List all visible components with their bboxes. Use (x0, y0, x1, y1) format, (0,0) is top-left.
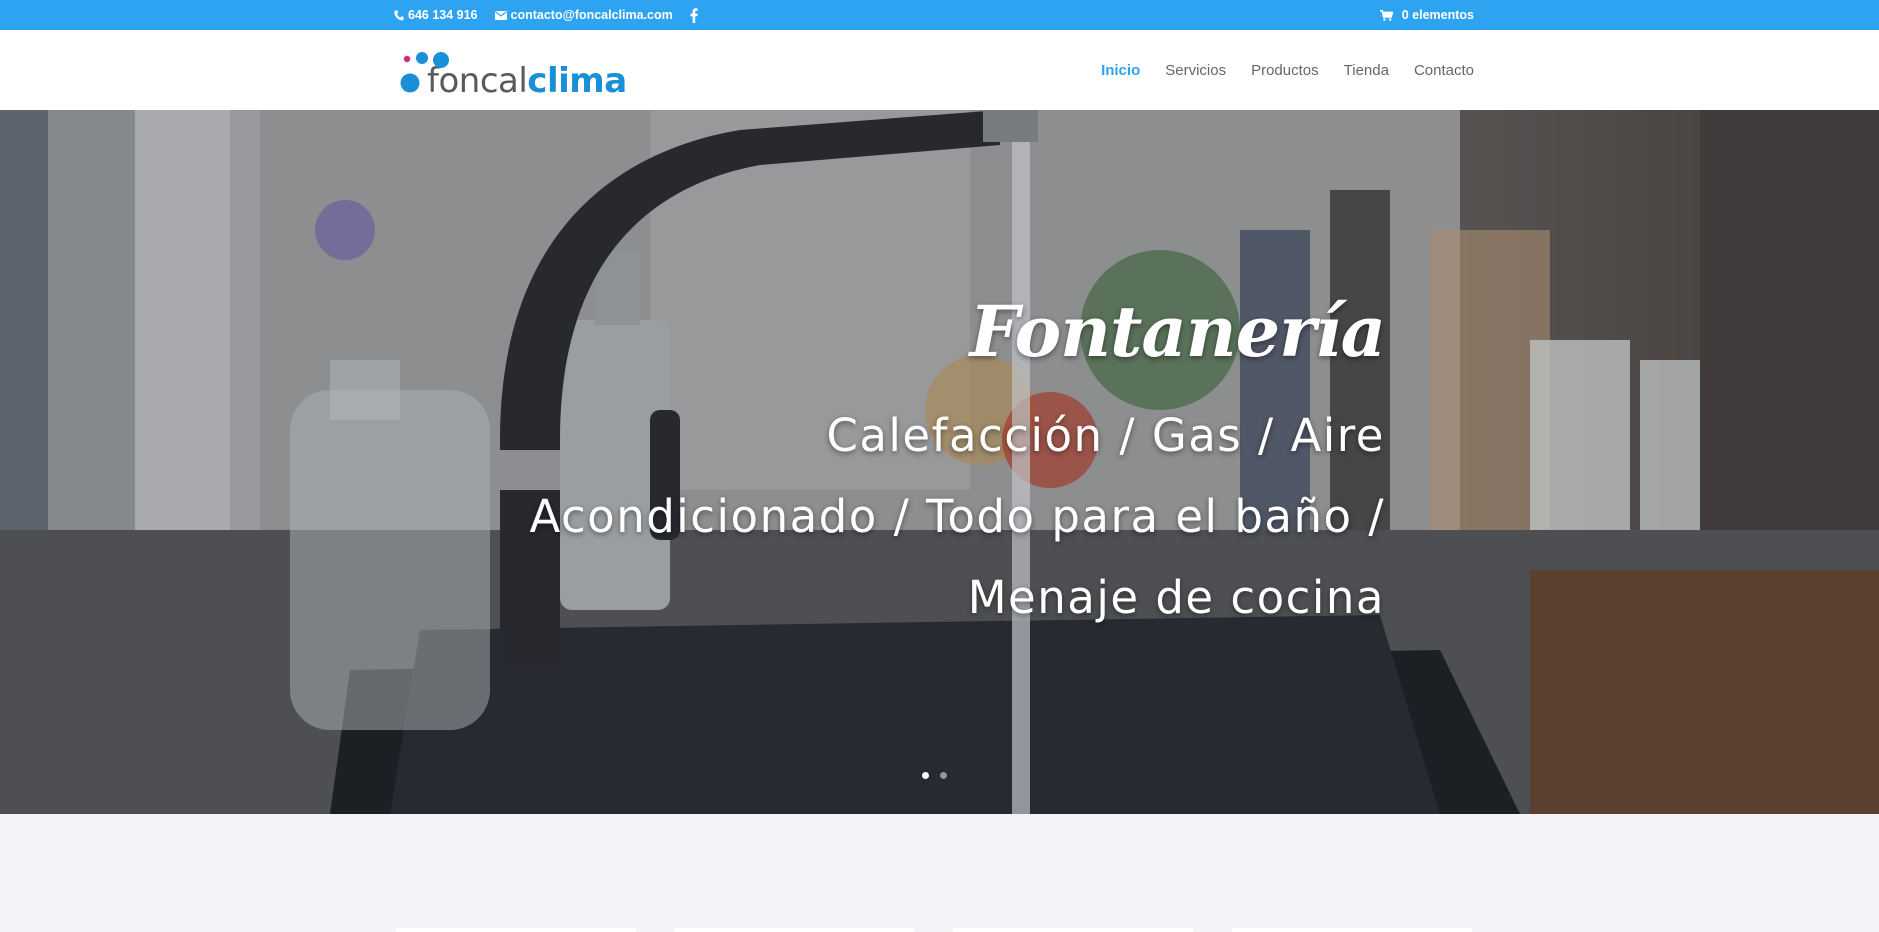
main-header: foncalclima Inicio Servicios Productos T… (0, 30, 1879, 110)
main-nav: Inicio Servicios Productos Tienda Contac… (1101, 30, 1474, 110)
nav-item-contacto[interactable]: Contacto (1414, 62, 1474, 79)
nav-item-servicios[interactable]: Servicios (1165, 62, 1226, 79)
cart-link[interactable]: 0 elementos (1379, 0, 1474, 30)
logo-wordmark: foncalclima (427, 64, 627, 98)
hero-subtitle: Calefacción / Gas / Aire Acondicionado /… (425, 395, 1385, 638)
phone-number: 646 134 916 (408, 8, 478, 22)
content-card-2 (674, 928, 914, 932)
hero-subtitle-line-2: Acondicionado / Todo para el baño / (529, 490, 1385, 543)
nav-item-tienda[interactable]: Tienda (1344, 62, 1389, 79)
hero-subtitle-line-3: Menaje de cocina (967, 571, 1385, 624)
content-card-3 (953, 928, 1193, 932)
email-address: contacto@foncalclima.com (510, 8, 673, 22)
email-link[interactable]: contacto@foncalclima.com (494, 8, 673, 22)
hero-slider: Fontanería Calefacción / Gas / Aire Acon… (0, 110, 1879, 814)
slider-dot-1[interactable] (922, 772, 929, 779)
hero-subtitle-line-1: Calefacción / Gas / Aire (826, 409, 1385, 462)
phone-icon (394, 10, 404, 20)
nav-item-inicio[interactable]: Inicio (1101, 62, 1140, 79)
phone-link[interactable]: 646 134 916 (394, 8, 478, 22)
facebook-icon (690, 7, 698, 23)
facebook-link[interactable] (690, 7, 698, 23)
hero-title: Fontanería (969, 290, 1386, 373)
logo-text-clima: clima (527, 61, 627, 101)
cart-label: 0 elementos (1401, 8, 1474, 22)
content-card-4 (1232, 928, 1472, 932)
cart-icon (1379, 9, 1393, 21)
site-logo[interactable]: foncalclima (400, 48, 627, 98)
nav-item-productos[interactable]: Productos (1251, 62, 1319, 79)
logo-dots (400, 52, 449, 98)
slider-dot-2[interactable] (940, 772, 947, 779)
top-bar: 646 134 916 contacto@foncalclima.com 0 e… (0, 0, 1879, 30)
content-section (0, 814, 1879, 932)
envelope-icon (494, 10, 507, 20)
content-card-1 (396, 928, 636, 932)
slider-pagination (922, 772, 947, 779)
